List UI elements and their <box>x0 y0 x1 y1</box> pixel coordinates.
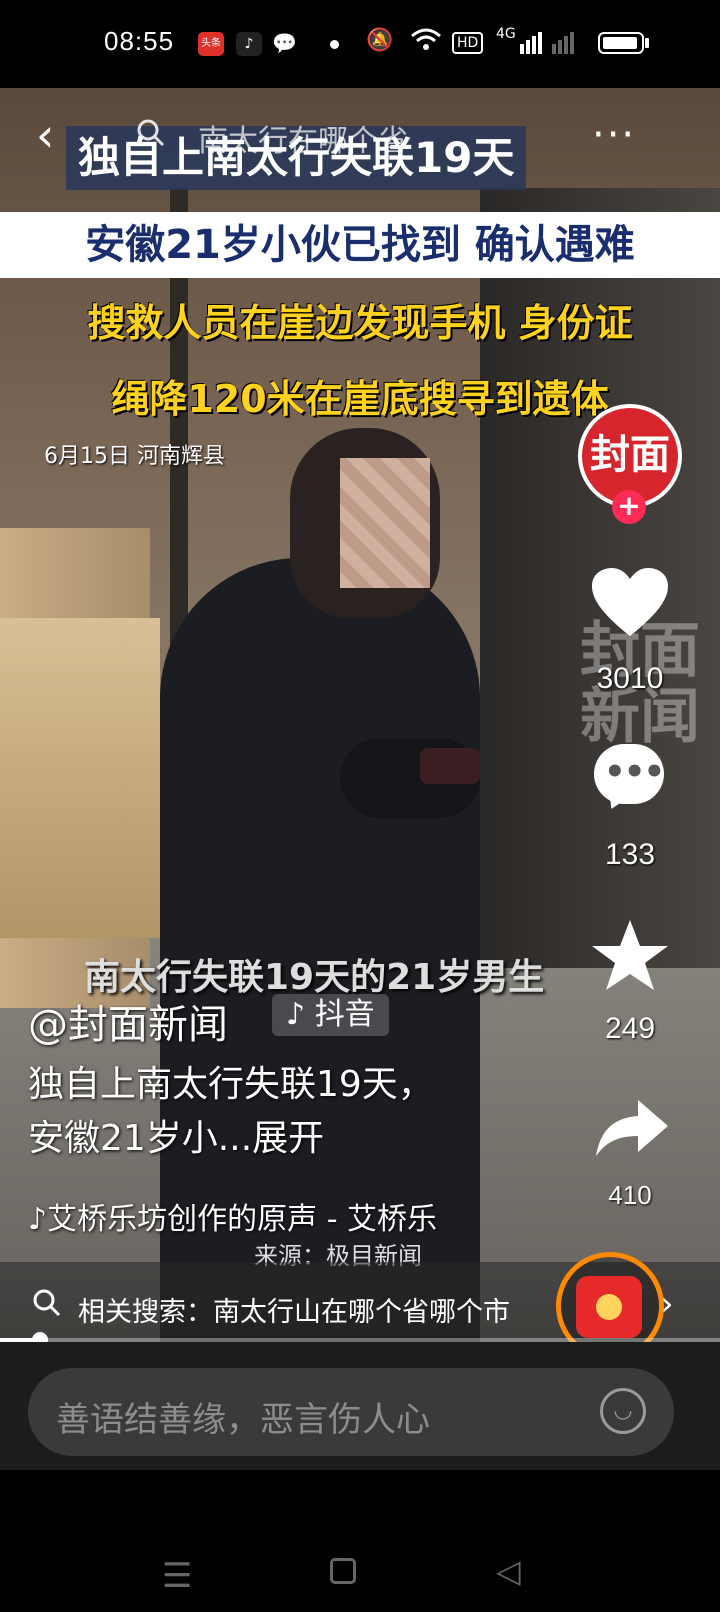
comment-count: 133 <box>604 838 656 871</box>
wechat-icon: 💬 <box>272 31 297 55</box>
search-query[interactable]: 南太行在哪个省 <box>198 116 408 160</box>
notification-dot-icon <box>330 40 339 49</box>
hd-icon: HD <box>452 32 484 54</box>
music-track[interactable]: ♪艾桥乐坊创作的原声 - 艾桥乐 <box>28 1194 468 1238</box>
search-icon[interactable] <box>136 118 166 155</box>
share-count: 410 <box>608 1180 652 1210</box>
person-phone <box>420 748 480 784</box>
battery-icon <box>598 32 644 54</box>
system-nav-bar <box>0 1470 720 1612</box>
mute-icon: 🔕 <box>366 28 394 53</box>
caption-date-location: 6月15日 河南辉县 <box>44 444 225 469</box>
search-icon <box>32 1288 62 1326</box>
expand-link[interactable]: 展开 <box>252 1118 324 1159</box>
person-face-blurred <box>340 458 430 588</box>
signal-icon <box>520 30 580 60</box>
emoji-icon[interactable]: ◡ <box>600 1388 646 1434</box>
favorite-count: 249 <box>604 1012 656 1045</box>
author-name[interactable]: @封面新闻 <box>28 992 228 1050</box>
signal-4g-icon: 4G <box>496 26 516 42</box>
status-time: 08:55 <box>104 26 175 56</box>
music-note-icon: ♪ <box>28 1202 48 1237</box>
tiktok-icon: ♪ <box>236 32 262 56</box>
platform-tag[interactable]: ♪ 抖音 <box>272 994 389 1036</box>
description-text: 独自上南太行失联19天，安徽21岁小... <box>28 1064 434 1159</box>
back-icon[interactable]: ‹ <box>36 110 54 160</box>
menu-icon[interactable]: ☰ <box>162 1556 192 1596</box>
like-count: 3010 <box>596 662 664 695</box>
caption-line-2: 绳降120米在崖底搜寻到遗体 <box>111 377 609 421</box>
heart-icon[interactable] <box>580 566 680 642</box>
wifi-icon <box>410 28 442 58</box>
scene-counter <box>0 618 160 938</box>
red-envelope-seal <box>596 1294 622 1320</box>
share-icon[interactable] <box>582 1096 682 1164</box>
battery-tip <box>645 38 649 48</box>
post-description[interactable]: 独自上南太行失联19天，安徽21岁小...展开 <box>28 1058 468 1166</box>
music-title: 艾桥乐坊创作的原声 - 艾桥乐 <box>47 1202 438 1237</box>
caption-banner: 安徽21岁小伙已找到 确认遇难 <box>0 212 720 278</box>
follow-button[interactable]: + <box>612 490 646 524</box>
caption-line-1: 搜救人员在崖边发现手机 身份证 <box>87 301 633 345</box>
platform-tag-label: 抖音 <box>314 997 375 1032</box>
more-icon[interactable]: ··· <box>592 112 636 158</box>
tiktok-icon: ♪ <box>286 997 315 1032</box>
comment-placeholder: 善语结善缘，恶言伤人心 <box>56 1400 430 1440</box>
home-icon[interactable] <box>330 1558 356 1584</box>
related-search-text: 相关搜索：南太行山在哪个省哪个市 <box>78 1297 510 1328</box>
toutiao-icon: 头条 <box>198 32 224 56</box>
back-nav-icon[interactable]: ◁ <box>496 1552 521 1590</box>
status-bar: 08:55 头条 ♪ 💬 🔕 HD 4G <box>0 0 720 88</box>
comment-dots: ••• <box>604 752 665 792</box>
star-icon[interactable] <box>580 918 680 998</box>
